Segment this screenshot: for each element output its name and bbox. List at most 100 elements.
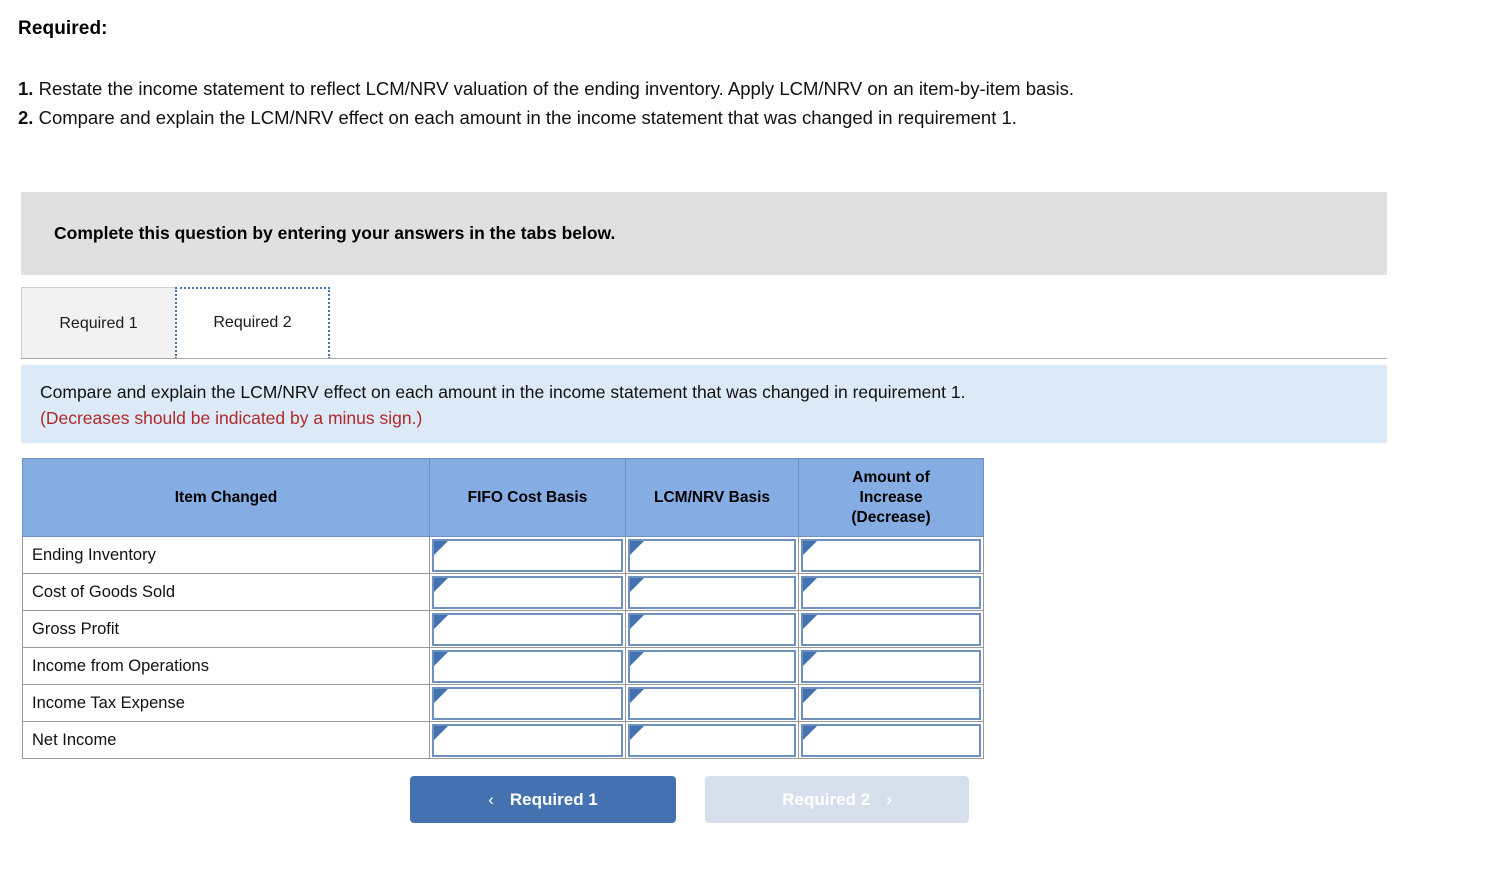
answer-input-fifo-cost-basis[interactable] xyxy=(434,651,621,681)
row-label-cell: Ending Inventory xyxy=(22,536,430,574)
triangle-marker-icon xyxy=(434,540,448,555)
answer-table-body: Ending Inventory Cost of Goods Sold Gross … xyxy=(22,536,984,759)
question-prompt-panel: Compare and explain the LCM/NRV effect o… xyxy=(21,365,1387,443)
input-box-lcm-nrv-basis xyxy=(628,723,796,757)
answer-input-amount-increase-decrease[interactable] xyxy=(803,577,979,607)
input-box-amount-increase-decrease xyxy=(801,612,981,646)
input-cell-fifo-cost-basis xyxy=(429,684,626,722)
answer-input-lcm-nrv-basis[interactable] xyxy=(630,540,794,570)
next-button-label: Required 2 xyxy=(782,789,871,809)
triangle-marker-icon xyxy=(803,651,817,666)
tab-required-2[interactable]: Required 2 xyxy=(175,287,330,359)
answer-input-lcm-nrv-basis[interactable] xyxy=(630,651,794,681)
answer-input-lcm-nrv-basis[interactable] xyxy=(630,688,794,718)
triangle-marker-icon xyxy=(630,577,644,592)
input-box-fifo-cost-basis xyxy=(432,612,623,646)
row-label-cell: Cost of Goods Sold xyxy=(22,573,430,611)
input-cell-lcm-nrv-basis xyxy=(625,573,799,611)
required-item-2: 2. Compare and explain the LCM/NRV effec… xyxy=(18,103,1468,132)
answer-table-head: Item Changed FIFO Cost Basis LCM/NRV Bas… xyxy=(22,458,984,537)
input-cell-fifo-cost-basis xyxy=(429,647,626,685)
answer-input-fifo-cost-basis[interactable] xyxy=(434,577,621,607)
input-box-amount-increase-decrease xyxy=(801,686,981,720)
triangle-marker-icon xyxy=(630,725,644,740)
row-label-cell: Income Tax Expense xyxy=(22,684,430,722)
chevron-right-icon: › xyxy=(886,789,892,809)
input-cell-fifo-cost-basis xyxy=(429,536,626,574)
triangle-marker-icon xyxy=(630,614,644,629)
answer-input-amount-increase-decrease[interactable] xyxy=(803,725,979,755)
input-cell-lcm-nrv-basis xyxy=(625,647,799,685)
input-cell-amount-increase-decrease xyxy=(798,721,984,759)
answer-input-lcm-nrv-basis[interactable] xyxy=(630,614,794,644)
input-cell-lcm-nrv-basis xyxy=(625,536,799,574)
row-label-cell: Income from Operations xyxy=(22,647,430,685)
table-row: Cost of Goods Sold xyxy=(22,573,984,611)
previous-button-label: Required 1 xyxy=(509,789,598,809)
input-box-lcm-nrv-basis xyxy=(628,612,796,646)
input-box-fifo-cost-basis xyxy=(432,649,623,683)
triangle-marker-icon xyxy=(630,688,644,703)
answer-input-amount-increase-decrease[interactable] xyxy=(803,614,979,644)
triangle-marker-icon xyxy=(434,725,448,740)
triangle-marker-icon xyxy=(803,614,817,629)
tab-required-1[interactable]: Required 1 xyxy=(21,287,176,359)
input-cell-amount-increase-decrease xyxy=(798,647,984,685)
answer-input-amount-increase-decrease[interactable] xyxy=(803,540,979,570)
question-prompt-text: Compare and explain the LCM/NRV effect o… xyxy=(40,382,966,402)
tab-required-1-label: Required 1 xyxy=(59,314,138,332)
input-cell-fifo-cost-basis xyxy=(429,721,626,759)
amount-header-line-1: Amount of xyxy=(852,468,930,486)
required-item-1: 1. Restate the income statement to refle… xyxy=(18,74,1468,103)
tab-required-2-label: Required 2 xyxy=(213,314,292,331)
triangle-marker-icon xyxy=(434,651,448,666)
table-row: Ending Inventory xyxy=(22,536,984,574)
triangle-marker-icon xyxy=(434,577,448,592)
input-cell-amount-increase-decrease xyxy=(798,573,984,611)
input-cell-amount-increase-decrease xyxy=(798,610,984,648)
triangle-marker-icon xyxy=(434,688,448,703)
answer-input-fifo-cost-basis[interactable] xyxy=(434,540,621,570)
triangle-marker-icon xyxy=(630,651,644,666)
input-box-fifo-cost-basis xyxy=(432,575,623,609)
instruction-banner-text: Complete this question by entering your … xyxy=(54,223,616,243)
amount-header-line-3: (Decrease) xyxy=(851,508,931,526)
answer-input-lcm-nrv-basis[interactable] xyxy=(630,725,794,755)
input-cell-fifo-cost-basis xyxy=(429,610,626,648)
tab-underline xyxy=(21,358,1387,359)
question-prompt-note: (Decreases should be indicated by a minu… xyxy=(40,408,423,428)
input-cell-amount-increase-decrease xyxy=(798,536,984,574)
row-label-cell: Gross Profit xyxy=(22,610,430,648)
answer-table-header-row: Item Changed FIFO Cost Basis LCM/NRV Bas… xyxy=(22,458,984,537)
input-box-lcm-nrv-basis xyxy=(628,686,796,720)
answer-input-fifo-cost-basis[interactable] xyxy=(434,688,621,718)
triangle-marker-icon xyxy=(803,540,817,555)
chevron-left-icon: ‹ xyxy=(488,789,494,809)
column-header-lcm-nrv-basis: LCM/NRV Basis xyxy=(625,458,799,537)
answer-input-fifo-cost-basis[interactable] xyxy=(434,614,621,644)
answer-input-fifo-cost-basis[interactable] xyxy=(434,725,621,755)
column-header-item-changed: Item Changed xyxy=(22,458,430,537)
question-page: Required: 1. Restate the income statemen… xyxy=(0,0,1490,870)
answer-input-amount-increase-decrease[interactable] xyxy=(803,651,979,681)
triangle-marker-icon xyxy=(630,540,644,555)
tab-bar: Required 1 Required 2 xyxy=(21,286,1387,361)
input-box-amount-increase-decrease xyxy=(801,723,981,757)
input-cell-lcm-nrv-basis xyxy=(625,721,799,759)
table-row: Net Income xyxy=(22,721,984,759)
input-box-lcm-nrv-basis xyxy=(628,575,796,609)
input-box-amount-increase-decrease xyxy=(801,649,981,683)
input-box-lcm-nrv-basis xyxy=(628,649,796,683)
triangle-marker-icon xyxy=(803,577,817,592)
answer-input-amount-increase-decrease[interactable] xyxy=(803,688,979,718)
table-row: Income from Operations xyxy=(22,647,984,685)
input-cell-lcm-nrv-basis xyxy=(625,610,799,648)
next-required-2-button[interactable]: Required 2 › xyxy=(705,776,969,823)
input-box-fifo-cost-basis xyxy=(432,538,623,572)
input-cell-fifo-cost-basis xyxy=(429,573,626,611)
column-header-amount-increase-decrease: Amount of Increase (Decrease) xyxy=(798,458,984,537)
input-box-amount-increase-decrease xyxy=(801,575,981,609)
answer-input-lcm-nrv-basis[interactable] xyxy=(630,577,794,607)
required-item-2-number: 2. xyxy=(18,107,34,128)
previous-required-1-button[interactable]: ‹ Required 1 xyxy=(410,776,676,823)
